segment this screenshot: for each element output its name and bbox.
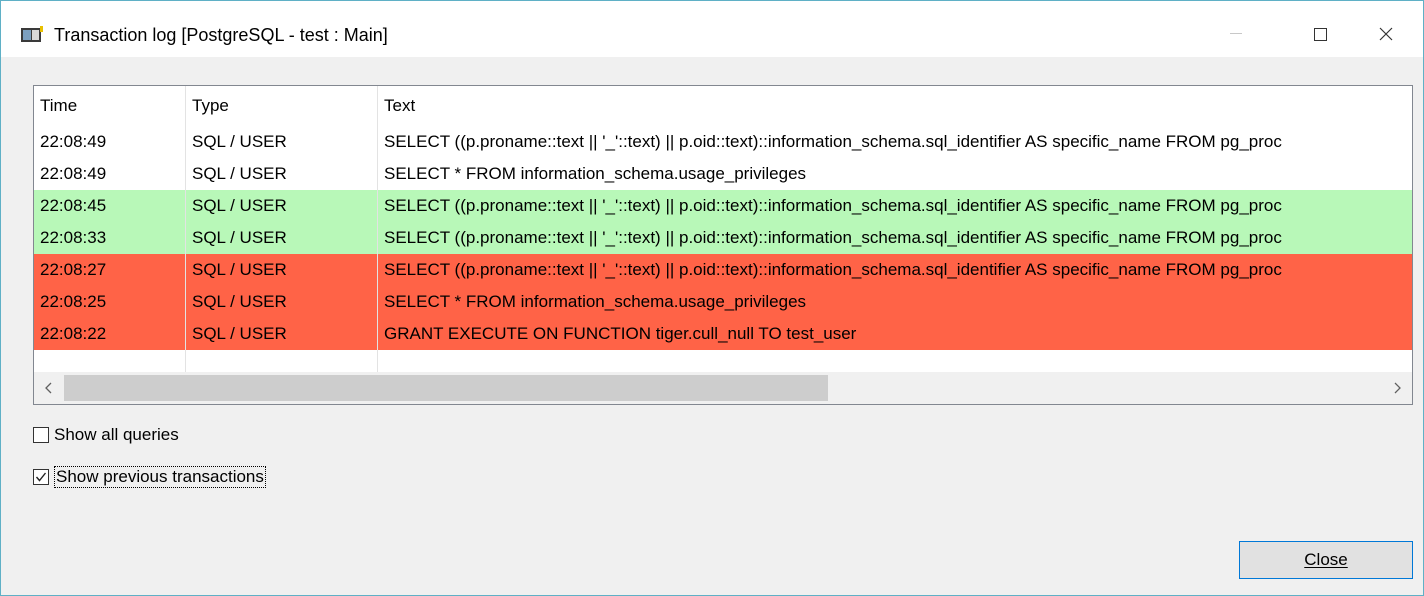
show-previous-transactions-option[interactable]: Show previous transactions bbox=[33, 465, 266, 489]
close-window-button[interactable] bbox=[1357, 11, 1415, 57]
cell-time: 22:08:22 bbox=[40, 324, 107, 343]
table-row[interactable]: 22:08:49 SQL / USER SELECT * FROM informat… bbox=[34, 158, 1412, 190]
cell-time: 22:08:27 bbox=[40, 260, 107, 279]
table-row[interactable]: 22:08:22 SQL / USER GRANT EXECUTE ON FUNCT… bbox=[34, 318, 1412, 350]
scroll-right-button[interactable] bbox=[1382, 372, 1412, 404]
table-row[interactable]: 22:08:25 SQL / USER SELECT * FROM informat… bbox=[34, 286, 1412, 318]
column-divider bbox=[185, 86, 186, 372]
cell-type: SQL / USER bbox=[192, 196, 287, 215]
show-all-queries-label[interactable]: Show all queries bbox=[54, 425, 179, 445]
maximize-icon bbox=[1313, 27, 1327, 41]
horizontal-scrollbar[interactable] bbox=[34, 372, 1412, 404]
cell-text: SELECT * FROM information_schema.usage_p… bbox=[384, 164, 807, 183]
cell-type: SQL / USER bbox=[192, 324, 287, 343]
scrollbar-thumb[interactable] bbox=[64, 375, 828, 401]
cell-time: 22:08:33 bbox=[40, 228, 107, 247]
table-row[interactable]: 22:08:33 SQL / USER SELECT ((p.proname::te… bbox=[34, 222, 1412, 254]
close-button[interactable]: Close bbox=[1239, 541, 1413, 579]
table-row[interactable]: 22:08:49 SQL / USER SELECT ((p.proname::te… bbox=[34, 126, 1412, 158]
cell-text: SELECT ((p.proname::text || '_'::text) |… bbox=[384, 228, 1282, 247]
cell-text: SELECT ((p.proname::text || '_'::text) |… bbox=[384, 196, 1282, 215]
minimize-button[interactable] bbox=[1207, 11, 1265, 57]
cell-time: 22:08:25 bbox=[40, 292, 107, 311]
show-previous-transactions-checkbox[interactable] bbox=[33, 469, 49, 485]
cell-type: SQL / USER bbox=[192, 164, 287, 183]
close-button-label: Close bbox=[1304, 550, 1348, 569]
show-all-queries-checkbox[interactable] bbox=[33, 427, 49, 443]
scroll-left-button[interactable] bbox=[34, 372, 64, 404]
cell-text: SELECT * FROM information_schema.usage_p… bbox=[384, 292, 807, 311]
cell-text: SELECT ((p.proname::text || '_'::text) |… bbox=[384, 260, 1282, 279]
cell-time: 22:08:49 bbox=[40, 132, 107, 151]
minimize-icon bbox=[1230, 33, 1242, 34]
table-row[interactable]: 22:08:45 SQL / USER SELECT ((p.proname::te… bbox=[34, 190, 1412, 222]
show-all-queries-option[interactable]: Show all queries bbox=[33, 423, 179, 447]
cell-text: GRANT EXECUTE ON FUNCTION tiger.cull_nul… bbox=[384, 324, 857, 343]
cell-time: 22:08:45 bbox=[40, 196, 107, 215]
table-row[interactable]: 22:08:27 SQL / USER SELECT ((p.proname::te… bbox=[34, 254, 1412, 286]
maximize-button[interactable] bbox=[1291, 11, 1349, 57]
title-bar: Transaction log [PostgreSQL - test : Mai… bbox=[1, 1, 1423, 57]
transaction-log-table[interactable]: Time Type Text 22:08:49 SQL / USER SELECT … bbox=[33, 85, 1413, 405]
column-header-text[interactable]: Text bbox=[384, 86, 1408, 126]
transaction-log-app-icon bbox=[21, 26, 43, 42]
column-header-time[interactable]: Time bbox=[40, 86, 185, 126]
transaction-log-window: Transaction log [PostgreSQL - test : Mai… bbox=[0, 0, 1424, 596]
cell-type: SQL / USER bbox=[192, 260, 287, 279]
window-title: Transaction log [PostgreSQL - test : Mai… bbox=[54, 25, 388, 45]
cell-type: SQL / USER bbox=[192, 292, 287, 311]
show-previous-transactions-label[interactable]: Show previous transactions bbox=[54, 466, 266, 488]
cell-type: SQL / USER bbox=[192, 228, 287, 247]
close-icon bbox=[1379, 27, 1393, 41]
checkmark-icon bbox=[35, 472, 47, 482]
column-header-type[interactable]: Type bbox=[192, 86, 377, 126]
chevron-left-icon bbox=[45, 382, 52, 394]
table-grid: Time Type Text 22:08:49 SQL / USER SELECT … bbox=[34, 86, 1412, 372]
cell-time: 22:08:49 bbox=[40, 164, 107, 183]
column-divider bbox=[377, 86, 378, 372]
chevron-right-icon bbox=[1394, 382, 1401, 394]
cell-type: SQL / USER bbox=[192, 132, 287, 151]
cell-text: SELECT ((p.proname::text || '_'::text) |… bbox=[384, 132, 1282, 151]
table-header: Time Type Text bbox=[34, 86, 1412, 126]
